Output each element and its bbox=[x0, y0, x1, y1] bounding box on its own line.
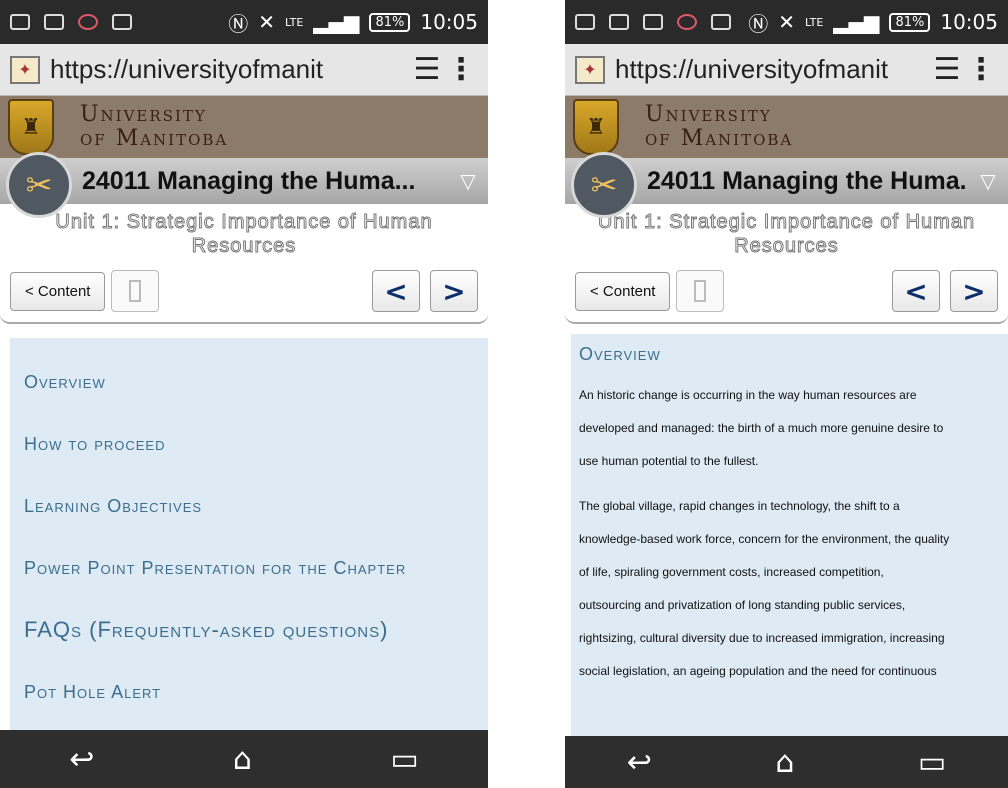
url-text[interactable]: https://universityofmanit bbox=[50, 54, 402, 85]
course-title: 24011 Managing the Huma... bbox=[647, 166, 968, 195]
notification-icon bbox=[575, 14, 595, 30]
text-line: The global village, rapid changes in tec… bbox=[579, 499, 900, 513]
status-bar: Ⓝ ✕ LTE ▂▄▆ 81% 10:05 bbox=[565, 0, 1008, 44]
overflow-menu-icon[interactable]: ⋮ bbox=[444, 52, 478, 87]
phone-screen-overview: Ⓝ ✕ LTE ▂▄▆ 81% 10:05 ✦ https://universi… bbox=[565, 0, 1008, 788]
previous-button[interactable]: < bbox=[892, 270, 940, 312]
text-line: use human potential to the fullest. bbox=[579, 454, 759, 468]
university-crest-icon: ♜ bbox=[573, 99, 619, 155]
overflow-menu-icon[interactable]: ⋮ bbox=[964, 52, 998, 87]
chevron-down-icon[interactable]: ▽ bbox=[968, 169, 1008, 193]
signal-icon: ▂▄▆ bbox=[313, 10, 360, 34]
android-nav-bar: ↩ ⌂ ▭ bbox=[565, 736, 1008, 788]
chevron-down-icon[interactable]: ▽ bbox=[448, 169, 488, 193]
nfc-icon: Ⓝ bbox=[228, 11, 249, 36]
square-icon bbox=[112, 14, 132, 30]
home-icon[interactable]: ⌂ bbox=[233, 742, 252, 777]
content-nav-bar: < Content < > bbox=[565, 260, 1008, 324]
university-name-line2: of Manitoba bbox=[80, 126, 229, 151]
content-button[interactable]: < Content bbox=[575, 271, 671, 311]
content-panel: Overview How to proceed Learning Objecti… bbox=[10, 338, 488, 730]
university-name-line1: University bbox=[645, 102, 772, 127]
unit-heading: Unit 1: Strategic Importance of Human Re… bbox=[597, 211, 976, 258]
recent-apps-icon[interactable]: ▭ bbox=[918, 745, 946, 780]
text-line: knowledge-based work force, concern for … bbox=[579, 532, 950, 546]
university-crest-icon: ♜ bbox=[8, 99, 54, 155]
browser-url-bar[interactable]: ✦ https://universityofmanit ☰ ⋮ bbox=[0, 44, 488, 96]
network-type: LTE bbox=[805, 15, 824, 29]
university-banner: ♜ University of Manitoba bbox=[0, 96, 488, 158]
reader-mode-icon[interactable]: ☰ bbox=[410, 54, 444, 84]
menu-item-pot-hole-alert[interactable]: Pot Hole Alert bbox=[10, 672, 488, 734]
university-name-line1: University bbox=[80, 102, 207, 127]
recent-apps-icon[interactable]: ▭ bbox=[390, 742, 418, 777]
battery-level: 81% bbox=[889, 12, 931, 32]
android-nav-bar: ↩ ⌂ ▭ bbox=[0, 730, 488, 788]
notification-icon bbox=[10, 14, 30, 30]
course-title-bar[interactable]: ✂ 24011 Managing the Huma... ▽ bbox=[565, 152, 1008, 218]
next-button[interactable]: > bbox=[950, 270, 998, 312]
course-title: 24011 Managing the Huma... bbox=[82, 166, 416, 195]
network-type: LTE bbox=[285, 15, 304, 29]
bookmark-button[interactable] bbox=[676, 270, 725, 312]
url-text[interactable]: https://universityofmanit bbox=[615, 54, 922, 85]
site-favicon-icon: ✦ bbox=[575, 55, 605, 84]
unit-heading: Unit 1: Strategic Importance of Human Re… bbox=[55, 211, 433, 258]
course-title-bar[interactable]: ✂ 24011 Managing the Huma... ▽ bbox=[0, 152, 488, 218]
browser-url-bar[interactable]: ✦ https://universityofmanit ☰ ⋮ bbox=[565, 44, 1008, 96]
mute-icon: ✕ bbox=[258, 10, 275, 34]
menu-item-how-to-proceed[interactable]: How to proceed bbox=[10, 424, 488, 486]
text-line: of life, spiraling government costs, inc… bbox=[579, 565, 884, 579]
university-banner: ♜ University of Manitoba bbox=[565, 96, 1008, 158]
next-button[interactable]: > bbox=[430, 270, 478, 312]
content-panel: Overview An historic change is occurring… bbox=[571, 334, 1008, 736]
bookmark-icon bbox=[129, 280, 142, 302]
text-line: social legislation, an ageing population… bbox=[579, 664, 937, 678]
tools-icon[interactable]: ✂ bbox=[571, 152, 637, 218]
menu-item-learning-objectives[interactable]: Learning Objectives bbox=[10, 486, 488, 548]
nfc-icon: Ⓝ bbox=[748, 11, 769, 36]
notification-icons bbox=[10, 14, 132, 30]
chat-icon bbox=[643, 14, 663, 30]
menu-item-powerpoint[interactable]: Power Point Presentation for the Chapter bbox=[10, 548, 488, 610]
signal-icon: ▂▄▆ bbox=[833, 10, 880, 34]
status-bar: Ⓝ ✕ LTE ▂▄▆ 81% 10:05 bbox=[0, 0, 488, 44]
overview-title: Overview bbox=[579, 344, 661, 364]
text-line: rightsizing, cultural diversity due to i… bbox=[579, 631, 945, 645]
home-icon[interactable]: ⌂ bbox=[775, 745, 794, 780]
phone-screen-menu: Ⓝ ✕ LTE ▂▄▆ 81% 10:05 ✦ https://universi… bbox=[0, 0, 488, 788]
site-favicon-icon: ✦ bbox=[10, 55, 40, 84]
image-icon bbox=[609, 14, 629, 30]
menu-item-overview[interactable]: Overview bbox=[10, 362, 488, 424]
text-line: An historic change is occurring in the w… bbox=[579, 388, 917, 402]
bookmark-button[interactable] bbox=[111, 270, 160, 312]
chat-icon bbox=[44, 14, 64, 30]
bookmark-icon bbox=[694, 280, 707, 302]
shield-icon bbox=[78, 14, 98, 30]
back-icon[interactable]: ↩ bbox=[69, 742, 94, 777]
content-button[interactable]: < Content bbox=[10, 271, 106, 311]
overview-paragraph-1: An historic change is occurring in the w… bbox=[571, 379, 1008, 478]
university-name-line2: of Manitoba bbox=[645, 126, 794, 151]
reader-mode-icon[interactable]: ☰ bbox=[930, 54, 964, 84]
overview-paragraph-2: The global village, rapid changes in tec… bbox=[571, 490, 1008, 688]
content-nav-bar: < Content < > bbox=[0, 260, 488, 324]
clock: 10:05 bbox=[940, 10, 998, 34]
square-icon bbox=[711, 14, 731, 30]
back-icon[interactable]: ↩ bbox=[627, 745, 652, 780]
shield-icon bbox=[677, 14, 697, 30]
mute-icon: ✕ bbox=[778, 10, 795, 34]
previous-button[interactable]: < bbox=[372, 270, 420, 312]
notification-icons bbox=[575, 14, 731, 30]
tools-icon[interactable]: ✂ bbox=[6, 152, 72, 218]
section-menu: Overview How to proceed Learning Objecti… bbox=[10, 338, 488, 734]
text-line: developed and managed: the birth of a mu… bbox=[579, 421, 944, 435]
battery-level: 81% bbox=[369, 12, 411, 32]
clock: 10:05 bbox=[420, 10, 478, 34]
text-line: outsourcing and privatization of long st… bbox=[579, 598, 906, 612]
menu-item-faqs[interactable]: FAQs (Frequently-asked questions) bbox=[10, 610, 488, 672]
